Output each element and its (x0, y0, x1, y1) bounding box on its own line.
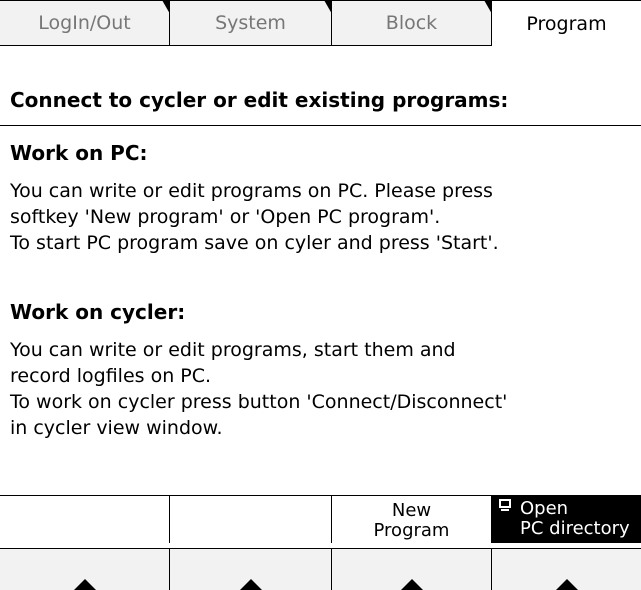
tab-label: System (215, 12, 286, 34)
up-arrow-icon (73, 579, 96, 590)
open-pc-directory-button[interactable]: Open PC directory (492, 496, 641, 544)
hardkey-2[interactable] (170, 549, 332, 590)
hardkey-bar (0, 548, 641, 590)
section-text-work-on-cycler: You can write or edit programs, start th… (10, 339, 508, 439)
softkey-2[interactable] (170, 496, 332, 544)
new-program-button[interactable]: New Program (332, 496, 492, 544)
tab-label: Program (526, 12, 607, 35)
softkey-label: Open PC directory (520, 498, 630, 539)
tab-label: LogIn/Out (38, 12, 131, 34)
hardkey-3[interactable] (332, 549, 492, 590)
section-title-work-on-cycler: Work on cycler: (10, 300, 186, 324)
hardkey-4[interactable] (492, 549, 641, 590)
softkey-1[interactable] (0, 496, 170, 544)
tab-notch (484, 0, 492, 14)
softkey-bar: New Program Open PC directory (0, 495, 641, 544)
section-text-work-on-pc: You can write or edit programs on PC. Pl… (10, 180, 499, 254)
tab-login-out[interactable]: LogIn/Out (0, 0, 170, 46)
up-arrow-icon (400, 579, 423, 590)
hardkey-1[interactable] (0, 549, 170, 590)
up-arrow-icon (555, 579, 578, 590)
softkey-label: New Program (373, 500, 450, 541)
tab-program[interactable]: Program (492, 0, 641, 46)
tab-system[interactable]: System (170, 0, 332, 46)
tab-notch (162, 0, 170, 14)
tab-label: Block (385, 12, 438, 34)
tab-notch (324, 0, 332, 14)
tab-block[interactable]: Block (332, 0, 492, 46)
page-heading-text: Connect to cycler or edit existing progr… (10, 88, 509, 112)
tab-bar: LogIn/Out System Block Program (0, 0, 641, 46)
up-arrow-icon (239, 579, 262, 590)
monitor-icon (498, 499, 514, 513)
section-title-work-on-pc: Work on PC: (10, 141, 148, 165)
page-heading: Connect to cycler or edit existing progr… (0, 88, 641, 126)
